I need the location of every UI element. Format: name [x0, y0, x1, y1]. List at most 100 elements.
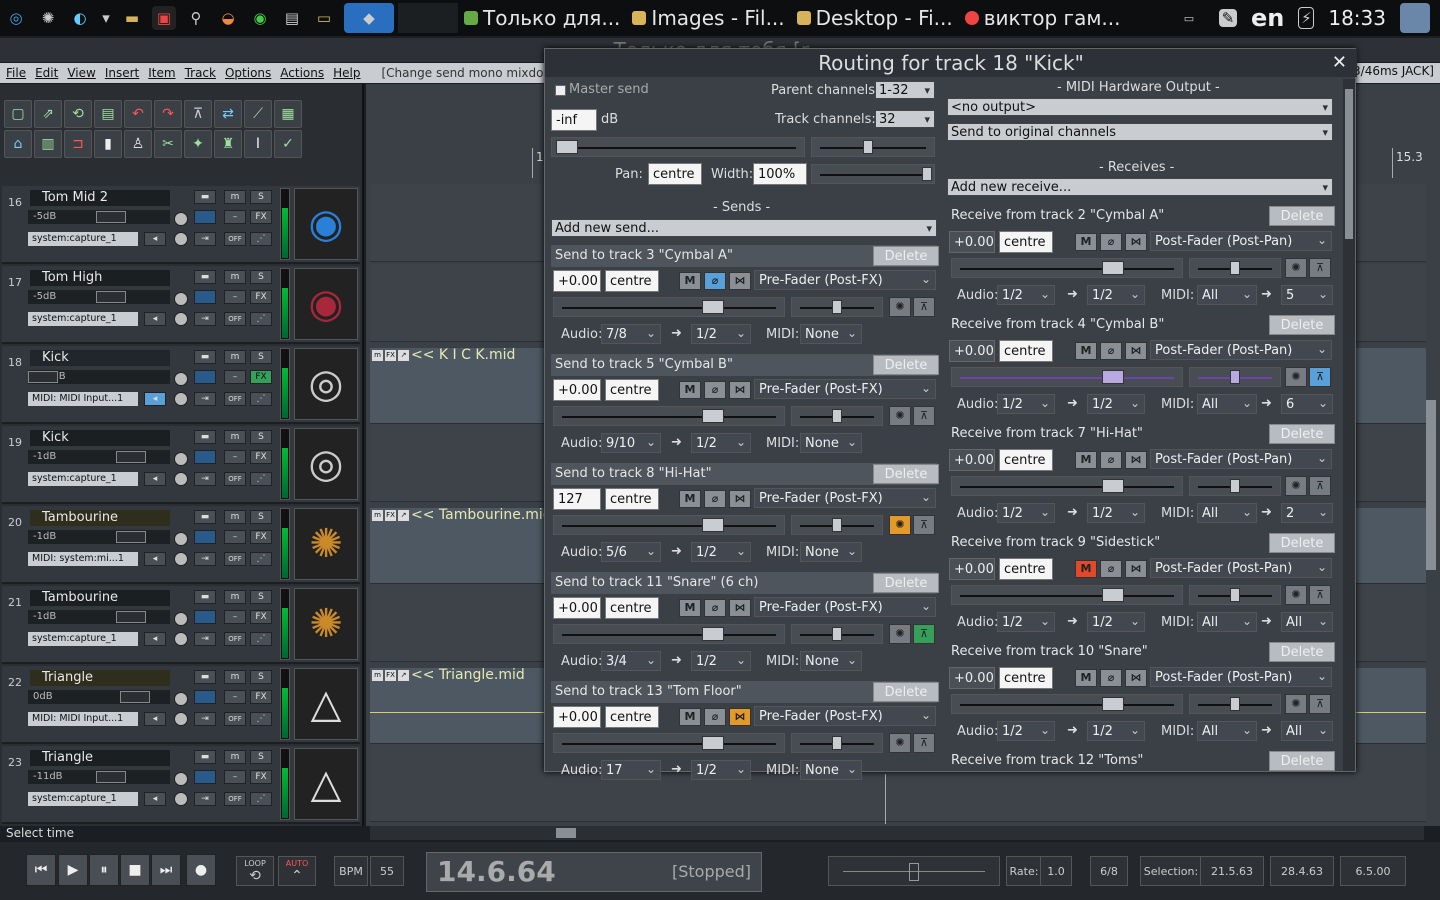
send-mute-button[interactable]: M: [679, 381, 701, 399]
phase-button[interactable]: –: [224, 450, 246, 464]
send-mute-button[interactable]: M: [679, 708, 701, 726]
receive-mono-button[interactable]: ⋈: [1125, 451, 1147, 469]
slider-handle[interactable]: [832, 409, 842, 423]
track-volume-fader[interactable]: -5dB: [28, 210, 170, 224]
pan-knob[interactable]: [174, 292, 188, 306]
slider-handle[interactable]: [702, 518, 724, 532]
send-pan-slider[interactable]: [791, 624, 883, 644]
receive-midi-dst-select[interactable]: All: [1281, 612, 1333, 632]
monitor-button[interactable]: ◂: [144, 312, 166, 326]
send-mono-button[interactable]: ⋈: [729, 708, 751, 726]
receive-pan-input[interactable]: centre: [999, 449, 1053, 471]
fx-icon[interactable]: FX: [385, 349, 396, 361]
keyboard-layout-icon[interactable]: ✎: [1218, 9, 1237, 27]
selection-start[interactable]: 21.5.63: [1200, 856, 1264, 886]
fx-button[interactable]: FX: [250, 610, 272, 624]
master-send-checkbox[interactable]: [555, 85, 566, 96]
width-slider[interactable]: [811, 164, 935, 184]
track-name[interactable]: Tom High: [30, 270, 170, 286]
project-settings-icon[interactable]: ▤: [94, 100, 122, 128]
receive-volume-input[interactable]: +0.00: [949, 667, 995, 689]
receive-mono-button[interactable]: ⋈: [1125, 342, 1147, 360]
pause-button[interactable]: ⏸: [89, 854, 119, 886]
send-audio-src-select[interactable]: 7/8: [601, 324, 661, 344]
send-volume-input[interactable]: +0.00: [553, 379, 601, 401]
track-name[interactable]: Triangle: [30, 750, 170, 766]
fx-button[interactable]: FX: [250, 210, 272, 224]
envelope-icon[interactable]: ♙: [124, 130, 152, 158]
fx-icon[interactable]: FX: [385, 669, 396, 681]
routing-button[interactable]: ⇥: [194, 712, 216, 726]
pan-knob[interactable]: [174, 612, 188, 626]
routing-button[interactable]: ⇥: [194, 232, 216, 246]
clock[interactable]: 18:33: [1328, 6, 1386, 30]
auto-toggle[interactable]: AUTO ⌃: [278, 856, 316, 886]
fader-handle[interactable]: [28, 371, 58, 383]
slider-handle[interactable]: [832, 518, 842, 532]
automation-mode-button[interactable]: OFF: [224, 552, 246, 566]
receive-midi-dst-select[interactable]: All: [1281, 721, 1333, 741]
lock-icon[interactable]: ▮: [94, 130, 122, 158]
mute-button[interactable]: m: [224, 270, 246, 284]
receive-volume-slider[interactable]: [951, 694, 1183, 714]
fader-handle[interactable]: [96, 211, 126, 223]
envelope-icon[interactable]: ↗: [398, 509, 409, 521]
delete-receive-button[interactable]: Delete: [1269, 424, 1335, 444]
track-16[interactable]: 16 Tom Mid 2 -5dB – FX ▬ m S system:capt…: [2, 186, 360, 264]
master-volume-input[interactable]: -inf: [551, 109, 597, 131]
receive-pan-input[interactable]: centre: [999, 667, 1053, 689]
fx-button[interactable]: FX: [250, 370, 272, 384]
menu-help[interactable]: Help: [333, 66, 360, 80]
automation-mode-button[interactable]: OFF: [224, 232, 246, 246]
send-pan-input[interactable]: centre: [605, 488, 659, 510]
app-menu-icon[interactable]: ◎: [4, 6, 28, 30]
envelope-icon[interactable]: ↗: [398, 669, 409, 681]
receive-envelope-icon[interactable]: ⊼: [1309, 694, 1331, 714]
keyboard-icon[interactable]: ▤: [280, 6, 304, 30]
receive-pan-slider[interactable]: [1189, 258, 1281, 278]
selection-end[interactable]: 28.4.63: [1270, 856, 1334, 886]
send-pan-slider[interactable]: [791, 733, 883, 753]
phase-button[interactable]: –: [224, 290, 246, 304]
envelope-button[interactable]: ⋰: [250, 712, 272, 726]
receive-audio-src-select[interactable]: 1/2: [997, 394, 1055, 414]
record-arm-button[interactable]: ▬: [194, 350, 216, 364]
menu-insert[interactable]: Insert: [105, 66, 139, 80]
slider-handle[interactable]: [1102, 261, 1124, 275]
fx-button[interactable]: FX: [250, 530, 272, 544]
play-button[interactable]: ▶: [58, 854, 88, 886]
bpm-value[interactable]: 55: [370, 856, 404, 886]
menu-edit[interactable]: Edit: [35, 66, 58, 80]
track-22[interactable]: 22 Triangle 0dB – FX ▬ m S MIDI: MIDI In…: [2, 666, 360, 744]
send-audio-src-select[interactable]: 3/4: [601, 651, 661, 671]
active-window-icon[interactable]: ◆: [344, 3, 394, 33]
send-mono-button[interactable]: ⋈: [729, 490, 751, 508]
delete-send-button[interactable]: Delete: [873, 464, 939, 484]
item-group-icon[interactable]: ✂: [154, 130, 182, 158]
mute-icon[interactable]: m: [372, 349, 383, 361]
task-reaper[interactable]: Только для...: [458, 3, 626, 33]
send-mode-select[interactable]: Pre-Fader (Post-FX): [754, 488, 936, 508]
delete-receive-button[interactable]: Delete: [1269, 206, 1335, 226]
record-mode-icon[interactable]: [174, 312, 188, 326]
track-volume-fader[interactable]: -inf dB: [28, 370, 170, 384]
pan-knob[interactable]: [174, 372, 188, 386]
media-item-triangle[interactable]: m FX ↗ << Triangle.mid: [372, 667, 525, 683]
receive-phase-button[interactable]: ⌀: [1100, 669, 1122, 687]
snap-icon[interactable]: ⟋: [244, 100, 272, 128]
slider-handle[interactable]: [1102, 370, 1124, 384]
desktop-preview-icon[interactable]: [1400, 3, 1430, 33]
receive-mode-select[interactable]: Post-Fader (Post-Pan): [1150, 340, 1332, 360]
receive-fx-icon[interactable]: ✺: [1285, 694, 1307, 714]
receive-fx-icon[interactable]: ✺: [1285, 585, 1307, 605]
pan-knob[interactable]: [174, 212, 188, 226]
track-23[interactable]: 23 Triangle -11dB – FX ▬ m S system:capt…: [2, 746, 360, 824]
pan-knob[interactable]: [174, 452, 188, 466]
menu-file[interactable]: File: [6, 66, 26, 80]
record-mode-icon[interactable]: [174, 552, 188, 566]
ripple-icon[interactable]: ▦: [274, 100, 302, 128]
width-input[interactable]: 100%: [753, 163, 807, 185]
send-phase-button[interactable]: ⌀: [704, 708, 726, 726]
receive-midi-src-select[interactable]: All: [1197, 394, 1257, 414]
envelope-button[interactable]: ⋰: [250, 792, 272, 806]
